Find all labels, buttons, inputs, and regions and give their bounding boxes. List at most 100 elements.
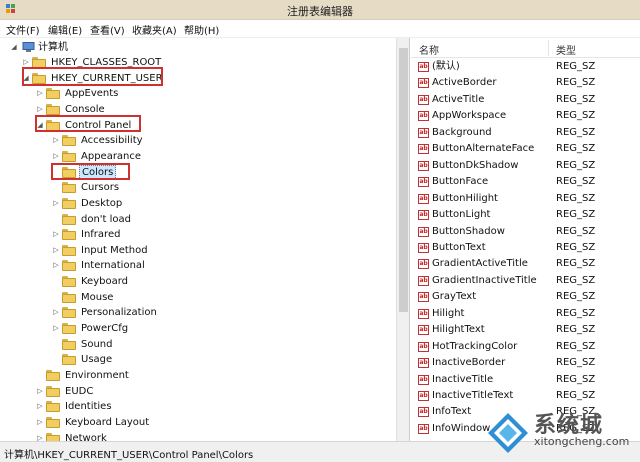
tree-node[interactable]: ▷ EUDC: [0, 384, 396, 399]
collapse-arrow-icon[interactable]: ◢: [36, 118, 44, 133]
value-name: ActiveBorder: [432, 77, 497, 89]
expand-arrow-icon[interactable]: ▷: [52, 133, 60, 148]
tree-node[interactable]: ▷ International: [0, 258, 396, 273]
list-item[interactable]: ab HotTrackingColor REG_SZ: [411, 339, 640, 355]
list-item[interactable]: ab ButtonShadow REG_SZ: [411, 224, 640, 240]
values-list[interactable]: 名称 类型 ab (默认) REG_SZ ab ActiveBorder REG_SZ ab…: [411, 38, 640, 441]
tree-node[interactable]: ▷ Personalization: [0, 305, 396, 320]
tree-node[interactable]: ▷ Identities: [0, 399, 396, 414]
tree-node-label: AppEvents: [65, 88, 119, 100]
menu-favorites[interactable]: 收藏夹(A): [132, 22, 177, 37]
string-value-icon: ab: [418, 111, 429, 122]
list-item[interactable]: ab GradientActiveTitle REG_SZ: [411, 256, 640, 272]
column-divider[interactable]: [548, 40, 549, 56]
tree-node-label: Colors: [79, 164, 117, 180]
expand-arrow-icon[interactable]: ▷: [36, 86, 44, 101]
expand-arrow-icon[interactable]: ▷: [52, 243, 60, 258]
list-item[interactable]: ab Hilight REG_SZ: [411, 306, 640, 322]
expand-arrow-icon[interactable]: ▷: [52, 196, 60, 211]
menu-bar: 文件(F) 编辑(E) 查看(V) 收藏夹(A) 帮助(H): [0, 20, 640, 38]
list-item[interactable]: ab ButtonDkShadow REG_SZ: [411, 158, 640, 174]
expand-arrow-icon[interactable]: ▷: [36, 384, 44, 399]
list-item[interactable]: ab InactiveTitleText REG_SZ: [411, 388, 640, 404]
string-value-icon: ab: [418, 423, 429, 434]
tree-node[interactable]: Cursors: [0, 180, 396, 195]
value-name: GradientInactiveTitle: [432, 274, 537, 286]
string-value-icon: ab: [418, 177, 429, 188]
expand-arrow-icon[interactable]: ▷: [36, 102, 44, 117]
expand-arrow-icon[interactable]: ▷: [52, 258, 60, 273]
collapse-arrow-icon[interactable]: ◢: [22, 71, 30, 86]
list-item[interactable]: ab ButtonHilight REG_SZ: [411, 191, 640, 207]
tree-node[interactable]: ▷ AppEvents: [0, 86, 396, 101]
list-item[interactable]: ab ButtonLight REG_SZ: [411, 207, 640, 223]
expand-arrow-icon[interactable]: ▷: [52, 227, 60, 242]
list-item[interactable]: ab InactiveTitle REG_SZ: [411, 372, 640, 388]
list-item[interactable]: ab AppWorkspace REG_SZ: [411, 108, 640, 124]
tree-node[interactable]: ▷ Console: [0, 102, 396, 117]
tree-node[interactable]: ▷ Keyboard Layout: [0, 415, 396, 430]
column-header-name[interactable]: 名称: [419, 42, 439, 57]
string-value-icon: ab: [418, 374, 429, 385]
list-item[interactable]: ab ActiveBorder REG_SZ: [411, 75, 640, 91]
value-type: REG_SZ: [556, 373, 596, 385]
list-item[interactable]: ab HilightText REG_SZ: [411, 322, 640, 338]
expand-arrow-icon[interactable]: ▷: [52, 149, 60, 164]
tree-node[interactable]: ▷ Accessibility: [0, 133, 396, 148]
tree-node[interactable]: ▷ Appearance: [0, 149, 396, 164]
expand-arrow-icon[interactable]: ▷: [36, 431, 44, 441]
list-item[interactable]: ab ActiveTitle REG_SZ: [411, 92, 640, 108]
menu-view[interactable]: 查看(V): [90, 22, 125, 37]
column-header-type[interactable]: 类型: [556, 42, 576, 57]
tree-node[interactable]: ▷ Desktop: [0, 196, 396, 211]
tree-node[interactable]: ▷ PowerCfg: [0, 321, 396, 336]
collapse-arrow-icon[interactable]: ◢: [10, 40, 18, 55]
list-item[interactable]: ab GrayText REG_SZ: [411, 289, 640, 305]
string-value-icon: ab: [418, 242, 429, 253]
status-path: 计算机\HKEY_CURRENT_USER\Control Panel\Colo…: [4, 450, 254, 461]
list-item[interactable]: ab ButtonFace REG_SZ: [411, 174, 640, 190]
tree-node[interactable]: ◢ Control Panel: [0, 118, 396, 133]
folder-icon: [62, 135, 76, 147]
menu-file[interactable]: 文件(F): [6, 22, 40, 37]
menu-help[interactable]: 帮助(H): [184, 22, 219, 37]
tree-node[interactable]: Environment: [0, 368, 396, 383]
tree-node[interactable]: ▷ HKEY_CLASSES_ROOT: [0, 55, 396, 70]
tree-node[interactable]: don't load: [0, 212, 396, 227]
list-item[interactable]: ab ButtonText REG_SZ: [411, 240, 640, 256]
list-item[interactable]: ab (默认) REG_SZ: [411, 59, 640, 75]
menu-edit[interactable]: 编辑(E): [48, 22, 82, 37]
tree-node[interactable]: Sound: [0, 337, 396, 352]
tree-node[interactable]: Keyboard: [0, 274, 396, 289]
tree-node[interactable]: Colors: [0, 164, 396, 180]
string-value-icon: ab: [418, 210, 429, 221]
expand-arrow-icon[interactable]: ▷: [22, 55, 30, 70]
expand-arrow-icon[interactable]: ▷: [36, 415, 44, 430]
tree-node-computer[interactable]: ◢ 计算机: [0, 40, 150, 55]
tree-node[interactable]: ▷ Network: [0, 431, 396, 441]
tree-node-label: Input Method: [81, 244, 148, 256]
list-item[interactable]: ab Background REG_SZ: [411, 125, 640, 141]
expand-arrow-icon[interactable]: ▷: [52, 305, 60, 320]
list-item[interactable]: ab InactiveBorder REG_SZ: [411, 355, 640, 371]
tree-node[interactable]: Mouse: [0, 290, 396, 305]
folder-icon: [46, 88, 60, 100]
tree-node-label: Personalization: [81, 307, 157, 319]
string-value-icon: ab: [418, 62, 429, 72]
registry-tree[interactable]: ◢ 计算机 ▷ HKEY_CLASSES_ROOT ◢ HKEY_CURRENT_US…: [0, 38, 396, 441]
tree-label-computer: 计算机: [38, 42, 68, 53]
expand-arrow-icon[interactable]: ▷: [52, 321, 60, 336]
scrollbar-thumb[interactable]: [399, 48, 408, 312]
tree-node[interactable]: Usage: [0, 352, 396, 367]
title-bar[interactable]: 注册表编辑器: [0, 0, 640, 20]
tree-node[interactable]: ▷ Input Method: [0, 243, 396, 258]
tree-node[interactable]: ◢ HKEY_CURRENT_USER: [0, 71, 396, 86]
list-item[interactable]: ab GradientInactiveTitle REG_SZ: [411, 273, 640, 289]
expand-arrow-icon[interactable]: ▷: [36, 399, 44, 414]
value-type: REG_SZ: [556, 61, 596, 72]
value-name: GradientActiveTitle: [432, 258, 528, 270]
tree-vertical-scrollbar[interactable]: [396, 38, 410, 441]
list-item[interactable]: ab ButtonAlternateFace REG_SZ: [411, 141, 640, 157]
folder-icon: [46, 103, 60, 115]
tree-node[interactable]: ▷ Infrared: [0, 227, 396, 242]
